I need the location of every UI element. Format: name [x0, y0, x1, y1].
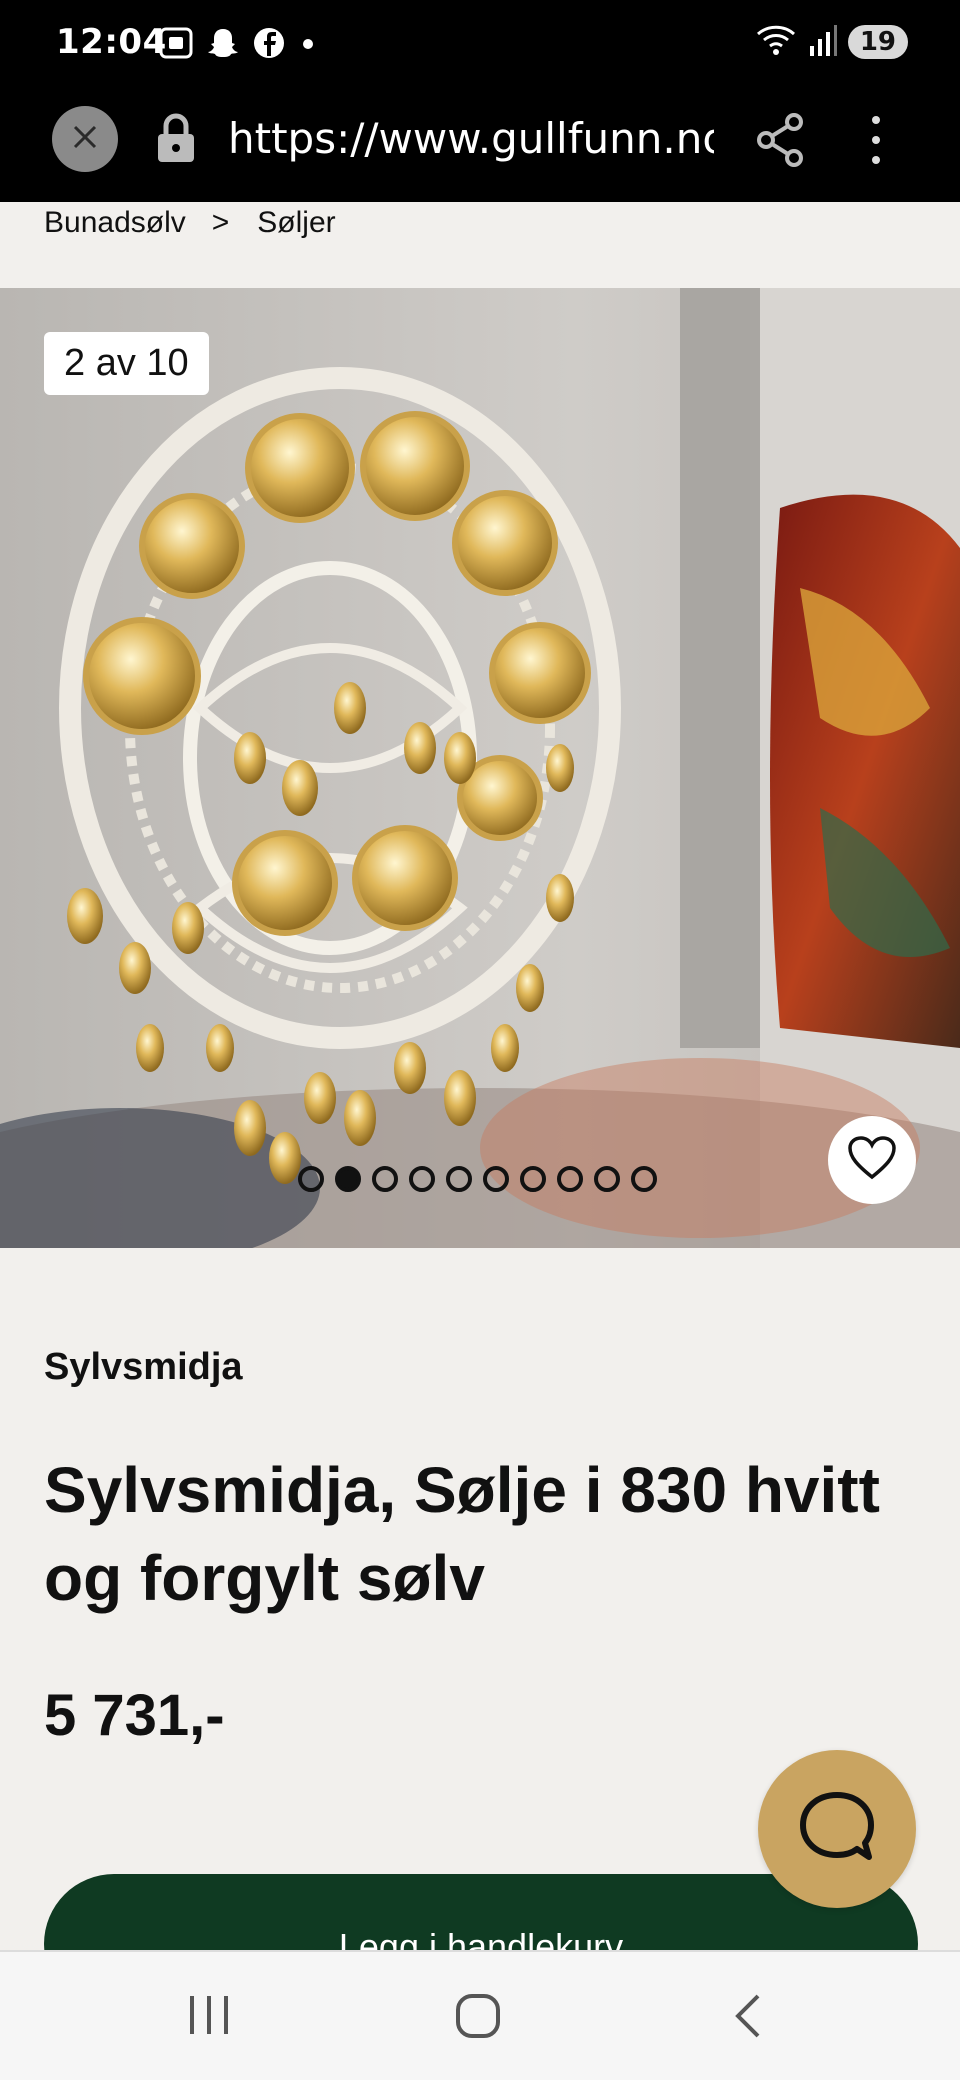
more-options-icon[interactable] [858, 112, 894, 168]
breadcrumb-item-soljer[interactable]: Søljer [257, 206, 335, 240]
breadcrumb: Bunadsølv > Søljer [44, 206, 336, 240]
gallery-dot-active[interactable] [335, 1166, 361, 1192]
gallery-dot[interactable] [483, 1166, 509, 1192]
recents-icon[interactable] [186, 1992, 232, 2042]
home-icon[interactable] [454, 1992, 502, 2044]
status-time: 12:04 [56, 22, 167, 62]
screenshot-icon [158, 26, 194, 64]
gallery-dot[interactable] [446, 1166, 472, 1192]
status-right: 19 [754, 22, 908, 62]
gallery-dot[interactable] [557, 1166, 583, 1192]
product-brand[interactable]: Sylvsmidja [44, 1346, 243, 1389]
share-icon[interactable] [754, 112, 806, 168]
chat-icon [795, 1787, 879, 1871]
gallery-pagination [298, 1166, 657, 1192]
gallery-dot[interactable] [520, 1166, 546, 1192]
dot-icon [298, 26, 318, 64]
url-bar[interactable]: https://www.gullfunn.no/p [228, 114, 714, 163]
favorite-button[interactable] [828, 1116, 916, 1204]
image-counter: 2 av 10 [44, 332, 209, 395]
breadcrumb-item-bunadsolv[interactable]: Bunadsølv [44, 206, 186, 240]
product-photo [0, 288, 960, 1248]
chat-button[interactable] [758, 1750, 916, 1908]
breadcrumb-separator: > [211, 206, 230, 239]
heart-icon [847, 1135, 897, 1185]
signal-icon [808, 22, 838, 62]
snapchat-icon [206, 26, 240, 64]
gallery-dot[interactable] [594, 1166, 620, 1192]
close-icon [70, 122, 100, 156]
gallery-dot[interactable] [372, 1166, 398, 1192]
wifi-icon [754, 22, 798, 62]
product-image-gallery[interactable]: 2 av 10 [0, 288, 960, 1248]
battery-indicator: 19 [847, 25, 908, 59]
system-navigation-bar [0, 1950, 960, 2080]
gallery-dot[interactable] [631, 1166, 657, 1192]
gallery-dot[interactable] [298, 1166, 324, 1192]
gallery-dot[interactable] [409, 1166, 435, 1192]
lock-icon[interactable] [154, 110, 198, 166]
facebook-icon [252, 26, 286, 64]
product-title: Sylvsmidja, Sølje i 830 hvitt og forgylt… [44, 1454, 880, 1614]
close-tab-button[interactable] [52, 106, 118, 172]
status-bar: 12:04 19 [0, 0, 960, 92]
back-icon[interactable] [730, 1992, 766, 2044]
product-price: 5 731,- [44, 1683, 225, 1748]
browser-toolbar: https://www.gullfunn.no/p [0, 92, 960, 202]
notification-icons [158, 26, 318, 64]
